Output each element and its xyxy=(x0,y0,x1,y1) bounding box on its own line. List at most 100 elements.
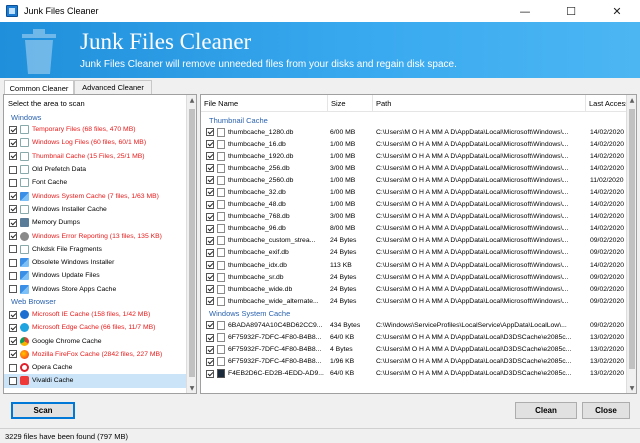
column-size[interactable]: Size xyxy=(328,95,373,112)
scan-area-checkbox[interactable] xyxy=(9,285,17,294)
scan-area-checkbox[interactable] xyxy=(9,337,17,346)
file-row[interactable]: thumbcache_768.db 3/00 MB C:\Users\M O H A… xyxy=(201,211,628,223)
scan-area-item[interactable]: Google Chrome Cache xyxy=(4,334,196,347)
right-scrollbar[interactable]: ▲ ▼ xyxy=(626,95,636,393)
scan-area-checkbox[interactable] xyxy=(9,232,17,241)
file-checkbox[interactable] xyxy=(206,273,214,282)
scroll-down-arrow-icon[interactable]: ▼ xyxy=(187,383,196,393)
left-scroll-thumb[interactable] xyxy=(189,109,195,377)
scan-area-item[interactable]: Thumbnail Cache (15 Files, 25/1 MB) xyxy=(4,150,196,163)
scan-area-checkbox[interactable] xyxy=(9,245,17,254)
file-checkbox[interactable] xyxy=(206,248,214,257)
file-row[interactable]: thumbcache_exif.db 24 Bytes C:\Users\M O H… xyxy=(201,247,628,259)
scan-area-checkbox[interactable] xyxy=(9,323,17,332)
file-row[interactable]: thumbcache_wide_alternate... 24 Bytes C:\U… xyxy=(201,295,628,307)
file-row[interactable]: thumbcache_96.db 8/00 MB C:\Users\M O H A … xyxy=(201,223,628,235)
scroll-up-arrow-icon[interactable]: ▲ xyxy=(627,95,636,105)
file-checkbox[interactable] xyxy=(206,345,214,354)
file-checkbox[interactable] xyxy=(206,140,214,149)
file-row[interactable]: thumbcache_32.db 1/00 MB C:\Users\M O H A … xyxy=(201,186,628,198)
scan-area-checkbox[interactable] xyxy=(9,165,17,174)
scan-area-item[interactable]: Windows Store Apps Cache xyxy=(4,283,196,296)
file-row[interactable]: 6F75932F-7DFC-4F80-B4B8... 4 Bytes C:\User… xyxy=(201,344,628,356)
file-row[interactable]: thumbcache_2560.db 1/00 MB C:\Users\M O H … xyxy=(201,174,628,186)
file-path: C:\Users\M O H A MM A D\AppData\Local\D3… xyxy=(376,346,572,354)
scan-area-item[interactable]: Old Prefetch Data xyxy=(4,163,196,176)
scan-area-checkbox[interactable] xyxy=(9,178,17,187)
file-row[interactable]: thumbcache_256.db 3/00 MB C:\Users\M O H A… xyxy=(201,162,628,174)
file-checkbox[interactable] xyxy=(206,321,214,330)
scan-area-item[interactable]: Microsoft IE Cache (158 files, 1/42 MB) xyxy=(4,308,196,321)
file-row[interactable]: thumbcache_48.db 1/00 MB C:\Users\M O H A … xyxy=(201,199,628,211)
scan-area-item[interactable]: Mozilla FireFox Cache (2842 files, 227 M… xyxy=(4,348,196,361)
file-checkbox[interactable] xyxy=(206,128,214,136)
scan-area-item[interactable]: Temporary Files (68 files, 470 MB) xyxy=(4,123,196,136)
clean-button[interactable]: Clean xyxy=(515,402,577,419)
maximize-button[interactable]: ☐ xyxy=(548,0,594,22)
banner-title: Junk Files Cleaner xyxy=(80,29,252,54)
file-row[interactable]: thumbcache_custom_strea... 24 Bytes C:\Use… xyxy=(201,235,628,247)
scan-area-item[interactable]: Obsolete Windows Installer xyxy=(4,256,196,269)
scan-area-checkbox[interactable] xyxy=(9,205,17,214)
file-row[interactable]: thumbcache_idx.db 113 KB C:\Users\M O H A … xyxy=(201,259,628,271)
scan-area-checkbox[interactable] xyxy=(9,192,17,201)
scroll-down-arrow-icon[interactable]: ▼ xyxy=(627,383,636,393)
file-row[interactable]: 6F75932F-7DFC-4F80-B4B8... 64/0 KB C:\User… xyxy=(201,332,628,344)
file-checkbox[interactable] xyxy=(206,333,214,342)
scan-area-item[interactable]: Windows Update Files xyxy=(4,269,196,282)
scan-area-item[interactable]: Windows Error Reporting (13 files, 135 K… xyxy=(4,229,196,242)
tab-advanced-cleaner[interactable]: Advanced Cleaner xyxy=(74,80,152,94)
file-row[interactable]: thumbcache_sr.db 24 Bytes C:\Users\M O H A… xyxy=(201,271,628,283)
minimize-button[interactable]: — xyxy=(502,0,548,22)
file-checkbox[interactable] xyxy=(206,164,214,173)
file-row[interactable]: F4EB2D6C-ED2B-4EDD-AD9... 64/0 KB C:\Users… xyxy=(201,368,628,380)
scan-area-item[interactable]: Microsoft Edge Cache (66 files, 11/7 MB) xyxy=(4,321,196,334)
scan-area-item[interactable]: Memory Dumps xyxy=(4,216,196,229)
left-scrollbar[interactable]: ▲ ▼ xyxy=(186,95,196,393)
file-icon xyxy=(217,151,225,161)
scan-area-item[interactable]: Vivaldi Cache xyxy=(4,374,196,388)
scan-button[interactable]: Scan xyxy=(11,402,75,419)
scan-area-checkbox[interactable] xyxy=(9,218,17,227)
scan-area-checkbox[interactable] xyxy=(9,152,17,161)
scan-area-item[interactable]: Windows System Cache (7 files, 1/63 MB) xyxy=(4,189,196,202)
scan-area-checkbox[interactable] xyxy=(9,138,17,147)
file-checkbox[interactable] xyxy=(206,152,214,161)
scan-area-item[interactable]: Opera Cache xyxy=(4,361,196,374)
file-checkbox[interactable] xyxy=(206,236,214,245)
file-checkbox[interactable] xyxy=(206,188,214,197)
file-row[interactable]: thumbcache_wide.db 24 Bytes C:\Users\M O H… xyxy=(201,283,628,295)
file-checkbox[interactable] xyxy=(206,261,214,270)
column-path[interactable]: Path xyxy=(373,95,586,112)
file-checkbox[interactable] xyxy=(206,212,214,221)
right-scroll-thumb[interactable] xyxy=(629,109,635,369)
file-checkbox[interactable] xyxy=(206,285,214,294)
file-checkbox[interactable] xyxy=(206,369,214,378)
file-row[interactable]: thumbcache_1920.db 1/00 MB C:\Users\M O H … xyxy=(201,150,628,162)
file-checkbox[interactable] xyxy=(206,297,214,306)
tab-common-cleaner[interactable]: Common Cleaner xyxy=(4,80,74,95)
scan-area-checkbox[interactable] xyxy=(9,125,17,134)
file-row[interactable]: thumbcache_16.db 1/00 MB C:\Users\M O H A … xyxy=(201,138,628,150)
file-row[interactable]: 6F75932F-7DFC-4F80-B4B8... 1/96 KB C:\User… xyxy=(201,356,628,368)
column-file-name[interactable]: File Name xyxy=(201,95,328,112)
file-checkbox[interactable] xyxy=(206,224,214,233)
scan-area-item[interactable]: Windows Log Files (60 files, 60/1 MB) xyxy=(4,136,196,149)
file-checkbox[interactable] xyxy=(206,200,214,209)
file-row[interactable]: thumbcache_1280.db 6/00 MB C:\Users\M O H … xyxy=(201,126,628,138)
close-window-button[interactable]: ✕ xyxy=(594,0,640,22)
file-checkbox[interactable] xyxy=(206,176,214,185)
scroll-up-arrow-icon[interactable]: ▲ xyxy=(187,95,196,105)
scan-area-checkbox[interactable] xyxy=(9,363,17,372)
file-row[interactable]: 6BADA8974A10C4BD62CC9... 434 Bytes C:\Wind… xyxy=(201,319,628,331)
scan-area-item[interactable]: Windows Installer Cache xyxy=(4,203,196,216)
scan-area-checkbox[interactable] xyxy=(9,258,17,267)
scan-area-checkbox[interactable] xyxy=(9,376,17,385)
close-button[interactable]: Close xyxy=(582,402,630,419)
scan-area-item[interactable]: Font Cache xyxy=(4,176,196,189)
scan-area-checkbox[interactable] xyxy=(9,310,17,319)
scan-area-checkbox[interactable] xyxy=(9,271,17,280)
file-checkbox[interactable] xyxy=(206,357,214,366)
scan-area-checkbox[interactable] xyxy=(9,350,17,359)
scan-area-item[interactable]: Chkdsk File Fragments xyxy=(4,243,196,256)
